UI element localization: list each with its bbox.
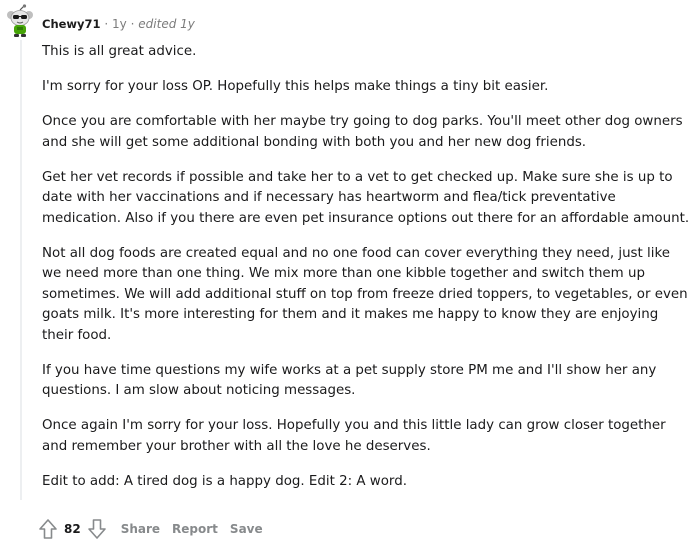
avatar[interactable] (6, 4, 34, 38)
upvote-icon[interactable] (38, 518, 58, 540)
comment-paragraph: Once you are comfortable with her maybe … (42, 114, 683, 150)
share-button[interactable]: Share (121, 522, 160, 536)
thread-line[interactable] (20, 40, 22, 500)
comment-paragraph: I'm sorry for your loss OP. Hopefully th… (42, 79, 549, 94)
meta-separator-2: · (130, 17, 135, 31)
vote-score: 82 (64, 522, 81, 536)
comment-age[interactable]: 1y (112, 17, 127, 31)
comment-body: This is all great advice. I'm sorry for … (42, 42, 692, 507)
username-link[interactable]: Chewy71 (42, 17, 101, 31)
downvote-icon[interactable] (87, 518, 107, 540)
save-button[interactable]: Save (230, 522, 263, 536)
report-button[interactable]: Report (172, 522, 218, 536)
comment-paragraph: Edit to add: A tired dog is a happy dog.… (42, 473, 407, 489)
comment-paragraph: Get her vet records if possible and take… (42, 169, 690, 226)
meta-separator: · (104, 17, 109, 31)
comment-paragraph: Not all dog foods are created equal and … (42, 245, 688, 343)
comment-paragraph: Once again I'm sorry for your loss. Hope… (42, 418, 666, 454)
comment-actions: 82 Share Report Save (38, 517, 263, 541)
comment-meta: Chewy71 · 1y · edited 1y (42, 16, 195, 32)
edited-label: edited 1y (138, 17, 195, 31)
comment-paragraph: If you have time questions my wife works… (42, 362, 657, 399)
comment-paragraph: This is all great advice. (42, 44, 197, 59)
snoo-avatar-icon (7, 4, 33, 37)
